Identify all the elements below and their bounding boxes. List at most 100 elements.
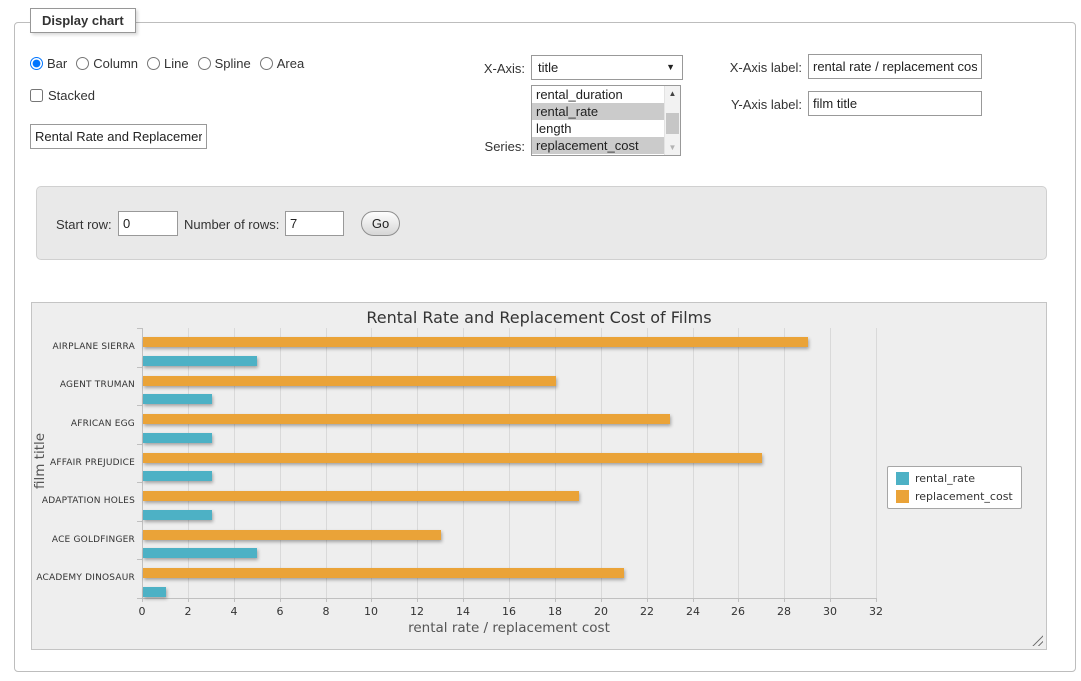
legend-label: replacement_cost	[915, 490, 1013, 503]
series-listbox[interactable]: rental_durationrental_ratelengthreplacem…	[531, 85, 681, 156]
chart-title-input[interactable]	[30, 124, 207, 149]
gridline	[463, 328, 464, 598]
x-tick	[509, 599, 510, 602]
x-axis-label-input[interactable]	[808, 54, 982, 79]
bar-replacement_cost-1[interactable]	[143, 376, 556, 386]
category-label: AFFAIR PREJUDICE	[30, 458, 135, 468]
x-tick-label: 0	[127, 605, 157, 618]
series-option-rental_duration[interactable]: rental_duration	[532, 86, 664, 103]
x-tick	[417, 599, 418, 602]
chart-type-column[interactable]: Column	[76, 56, 138, 71]
y-tick	[137, 598, 142, 599]
gridline	[647, 328, 648, 598]
gridline	[601, 328, 602, 598]
chart-type-radio-group: Bar Column Line Spline Area	[30, 56, 313, 71]
series-option-length[interactable]: length	[532, 120, 664, 137]
x-tick	[784, 599, 785, 602]
y-tick	[137, 405, 142, 406]
series-option-rental_rate[interactable]: rental_rate	[532, 103, 664, 120]
gridline	[371, 328, 372, 598]
x-tick-label: 10	[356, 605, 386, 618]
bar-rental_rate-5[interactable]	[143, 548, 257, 558]
x-tick-label: 8	[311, 605, 341, 618]
x-tick-label: 24	[678, 605, 708, 618]
stacked-checkbox-row[interactable]: Stacked	[30, 88, 95, 103]
x-axis-select-label: X-Axis:	[455, 61, 525, 76]
bar-rental_rate-1[interactable]	[143, 394, 212, 404]
fieldset-legend: Display chart	[30, 8, 136, 33]
series-option-replacement_cost[interactable]: replacement_cost	[532, 137, 664, 154]
stacked-checkbox[interactable]	[30, 89, 43, 102]
x-tick	[371, 599, 372, 602]
legend-item-replacement_cost[interactable]: replacement_cost	[896, 490, 1013, 503]
gridline	[693, 328, 694, 598]
radio-label: Area	[277, 56, 304, 71]
category-label: ACE GOLDFINGER	[30, 535, 135, 545]
x-tick-label: 14	[448, 605, 478, 618]
bar-replacement_cost-5[interactable]	[143, 530, 441, 540]
x-tick	[555, 599, 556, 602]
x-tick	[142, 599, 143, 602]
gridline	[738, 328, 739, 598]
chart-type-line[interactable]: Line	[147, 56, 189, 71]
x-tick	[280, 599, 281, 602]
start-row-input[interactable]	[118, 211, 178, 236]
bar-replacement_cost-6[interactable]	[143, 568, 624, 578]
chart-type-radio-bar[interactable]	[30, 57, 43, 70]
scroll-down-icon[interactable]: ▼	[665, 140, 680, 155]
go-button[interactable]: Go	[361, 211, 400, 236]
bar-rental_rate-0[interactable]	[143, 356, 257, 366]
x-tick	[188, 599, 189, 602]
x-tick	[601, 599, 602, 602]
legend-item-rental_rate[interactable]: rental_rate	[896, 472, 1013, 485]
chart-type-radio-spline[interactable]	[198, 57, 211, 70]
bar-replacement_cost-0[interactable]	[143, 337, 808, 347]
category-label: AGENT TRUMAN	[30, 380, 135, 390]
y-tick	[137, 367, 142, 368]
bar-rental_rate-6[interactable]	[143, 587, 166, 597]
scrollbar-thumb[interactable]	[666, 113, 679, 134]
x-tick	[647, 599, 648, 602]
x-tick	[693, 599, 694, 602]
bar-replacement_cost-2[interactable]	[143, 414, 670, 424]
gridline	[280, 328, 281, 598]
x-axis-label-label: X-Axis label:	[712, 60, 802, 75]
chart-type-area[interactable]: Area	[260, 56, 304, 71]
listbox-scrollbar[interactable]: ▲ ▼	[664, 86, 680, 155]
x-tick-label: 22	[632, 605, 662, 618]
radio-label: Bar	[47, 56, 67, 71]
scroll-up-icon[interactable]: ▲	[665, 86, 680, 101]
resize-grip-icon[interactable]	[1032, 635, 1043, 646]
x-tick-label: 4	[219, 605, 249, 618]
num-rows-input[interactable]	[285, 211, 344, 236]
chart-type-radio-column[interactable]	[76, 57, 89, 70]
x-tick-label: 12	[402, 605, 432, 618]
bar-rental_rate-3[interactable]	[143, 471, 212, 481]
gridline	[784, 328, 785, 598]
y-tick	[137, 328, 142, 329]
chart-type-radio-area[interactable]	[260, 57, 273, 70]
x-tick-label: 20	[586, 605, 616, 618]
x-tick-label: 6	[265, 605, 295, 618]
chart-type-radio-line[interactable]	[147, 57, 160, 70]
start-row-label: Start row:	[56, 217, 112, 232]
chart-panel: Rental Rate and Replacement Cost of Film…	[31, 302, 1047, 650]
radio-label: Column	[93, 56, 138, 71]
gridline	[830, 328, 831, 598]
x-axis-select[interactable]: title ▼	[531, 55, 683, 80]
bar-rental_rate-2[interactable]	[143, 433, 212, 443]
y-axis-label-input[interactable]	[808, 91, 982, 116]
chart-type-bar[interactable]: Bar	[30, 56, 67, 71]
x-axis-select-value: title	[538, 60, 558, 75]
num-rows-label: Number of rows:	[184, 217, 279, 232]
bar-replacement_cost-3[interactable]	[143, 453, 762, 463]
bar-rental_rate-4[interactable]	[143, 510, 212, 520]
bar-replacement_cost-4[interactable]	[143, 491, 579, 501]
category-label: ADAPTATION HOLES	[30, 496, 135, 506]
chart-type-spline[interactable]: Spline	[198, 56, 251, 71]
y-axis-label-label: Y-Axis label:	[712, 97, 802, 112]
series-list-label: Series:	[455, 139, 525, 154]
stacked-label: Stacked	[48, 88, 95, 103]
category-label: AIRPLANE SIERRA	[30, 342, 135, 352]
category-label: ACADEMY DINOSAUR	[30, 573, 135, 583]
